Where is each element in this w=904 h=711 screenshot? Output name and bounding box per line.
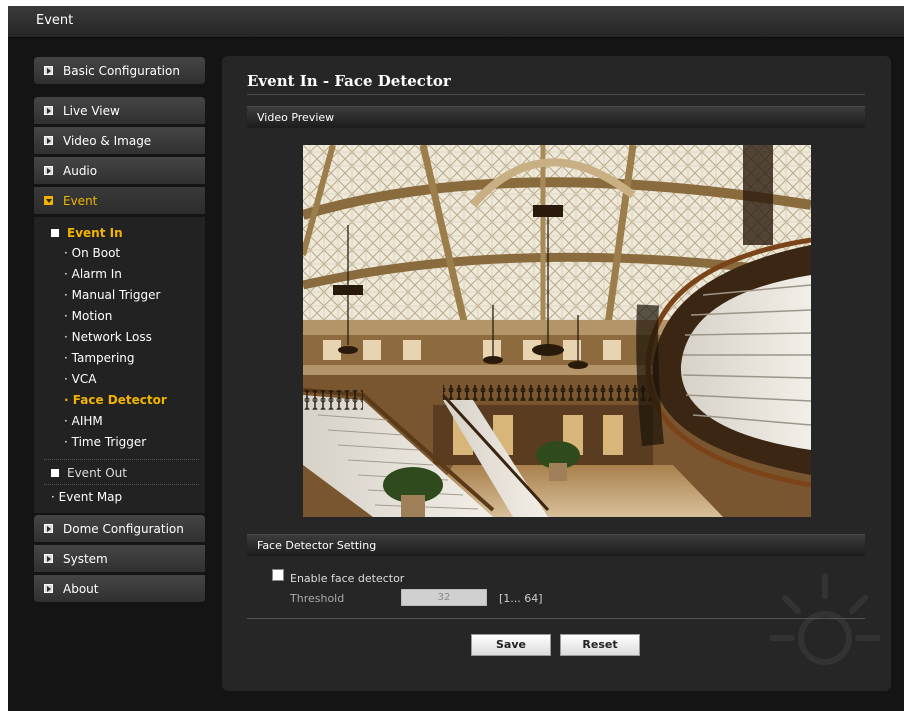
expand-arrow-icon xyxy=(44,196,53,205)
event-in-item-face-detector[interactable]: · Face Detector xyxy=(64,393,167,407)
nav-audio[interactable]: Audio xyxy=(34,157,205,185)
video-preview-header: Video Preview xyxy=(247,106,865,128)
square-bullet-icon xyxy=(51,469,59,477)
event-submenu: Event In · On Boot · Alarm In · Manual T… xyxy=(34,217,205,513)
event-in-item-on-boot[interactable]: · On Boot xyxy=(64,246,120,260)
enable-face-detector-checkbox[interactable] xyxy=(272,569,284,581)
reset-button[interactable]: Reset xyxy=(560,634,640,656)
title-bar: Event xyxy=(8,6,904,38)
app-frame: Event Basic Configuration Live View Vide… xyxy=(8,6,904,711)
enable-face-detector-label: Enable face detector xyxy=(290,572,405,585)
nav-live-view[interactable]: Live View xyxy=(34,97,205,125)
nav-video-image[interactable]: Video & Image xyxy=(34,127,205,155)
threshold-range: [1... 64] xyxy=(499,592,543,605)
event-in-item-manual-trigger[interactable]: · Manual Trigger xyxy=(64,288,160,302)
divider xyxy=(44,484,199,485)
divider xyxy=(247,94,865,95)
video-preview-image xyxy=(303,145,811,517)
arrow-bullet-icon xyxy=(44,66,53,75)
divider xyxy=(247,618,865,619)
threshold-label: Threshold xyxy=(290,592,345,605)
arrow-bullet-icon xyxy=(44,584,53,593)
face-detector-setting-header: Face Detector Setting xyxy=(247,534,865,556)
event-map-item[interactable]: · Event Map xyxy=(51,490,122,504)
nav-basic-configuration[interactable]: Basic Configuration xyxy=(34,57,205,85)
arrow-bullet-icon xyxy=(44,524,53,533)
event-in-item-vca[interactable]: · VCA xyxy=(64,372,96,386)
sun-watermark-icon xyxy=(770,573,880,665)
event-in-item-alarm-in[interactable]: · Alarm In xyxy=(64,267,122,281)
arrow-bullet-icon xyxy=(44,166,53,175)
divider xyxy=(44,459,199,460)
arrow-bullet-icon xyxy=(44,106,53,115)
nav-event[interactable]: Event xyxy=(34,187,205,215)
threshold-input[interactable]: 32 xyxy=(401,589,487,606)
arrow-bullet-icon xyxy=(44,554,53,563)
event-in-item-tampering[interactable]: · Tampering xyxy=(64,351,135,365)
event-in-item-network-loss[interactable]: · Network Loss xyxy=(64,330,152,344)
event-in-item-aihm[interactable]: · AIHM xyxy=(64,414,103,428)
square-bullet-icon xyxy=(51,229,59,237)
nav-system[interactable]: System xyxy=(34,545,205,573)
page-title: Event In - Face Detector xyxy=(247,72,451,90)
event-in-item-motion[interactable]: · Motion xyxy=(64,309,112,323)
window-title: Event xyxy=(36,13,74,28)
save-button[interactable]: Save xyxy=(471,634,551,656)
nav-dome-configuration[interactable]: Dome Configuration xyxy=(34,515,205,543)
main-panel: Event In - Face Detector Video Preview F… xyxy=(222,56,891,691)
nav-about[interactable]: About xyxy=(34,575,205,603)
event-in-item-time-trigger[interactable]: · Time Trigger xyxy=(64,435,146,449)
arrow-bullet-icon xyxy=(44,136,53,145)
